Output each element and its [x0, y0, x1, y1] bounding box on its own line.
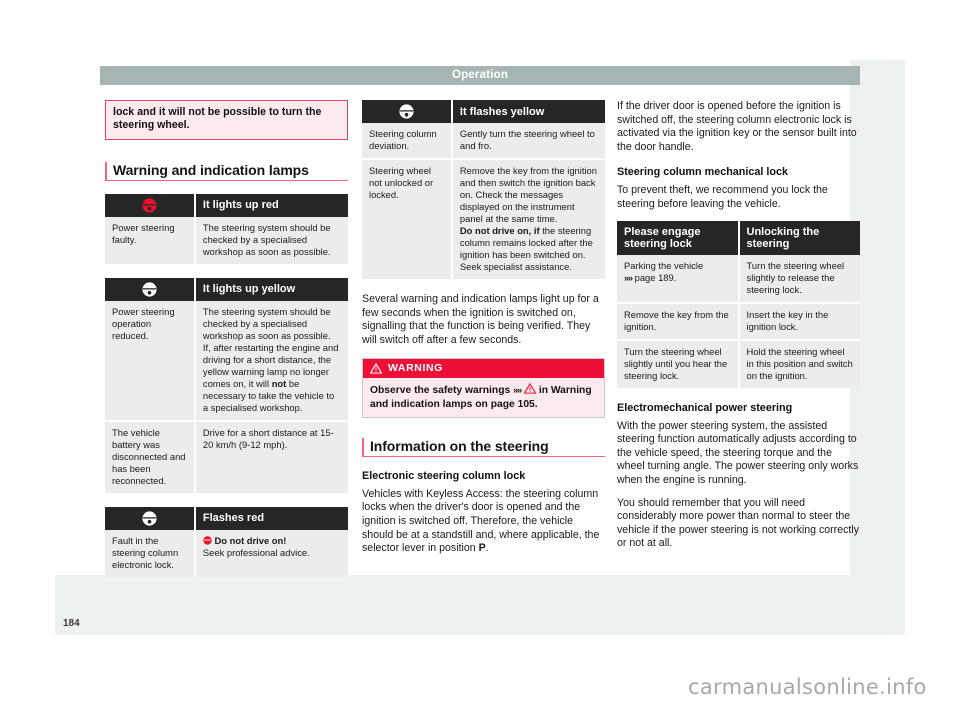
- steering-wheel-white-icon: [398, 103, 415, 120]
- section-heading-text: Information on the steering: [370, 437, 549, 454]
- column-right: If the driver door is opened before the …: [617, 100, 860, 560]
- paragraph-part2: .: [485, 542, 489, 555]
- subheading-power-steering: Electromechanical power steering: [617, 401, 793, 414]
- cell-action: Do not drive on! Seek professional advic…: [194, 529, 348, 577]
- red-circle-icon: [203, 536, 212, 545]
- table-row: The vehicle battery was disconnected and…: [105, 420, 348, 493]
- paragraph-prevent-theft: To prevent theft, we recommend you lock …: [617, 184, 828, 210]
- subheading-electronic-lock: Electronic steering column lock: [362, 469, 526, 482]
- table-row: Power steering operation reduced. The st…: [105, 300, 348, 422]
- cross-reference-arrows: »»: [624, 272, 633, 283]
- table-header-unlock: Unlocking the steering: [738, 220, 860, 255]
- cell-action: Drive for a short distance at 15-20 km/h…: [194, 420, 348, 493]
- table-flashes-yellow: It flashes yellow Steering column deviat…: [362, 100, 605, 279]
- steering-wheel-red-icon-cell: [105, 193, 196, 217]
- table-header-label: Flashes red: [194, 506, 348, 530]
- table-row: Remove the key from the ignition. Insert…: [617, 302, 860, 341]
- cell-unlock-step: Insert the key in the ignition lock.: [738, 302, 860, 341]
- section-heading-info-steering: Information on the steering: [362, 437, 605, 457]
- cell-action: Remove the key from the ignition and the…: [451, 159, 605, 279]
- site-watermark: carmanualsonline.info: [688, 675, 927, 699]
- column-left: lock and it will not be possible to turn…: [105, 100, 348, 591]
- subheading-mechanical-lock: Steering column mechanical lock: [617, 166, 789, 179]
- section-heading-warning-lamps: Warning and indication lamps: [105, 161, 348, 181]
- cell-cause: Power steering faulty.: [105, 216, 196, 264]
- table-flashes-red: Flashes red Fault in the steering column…: [105, 506, 348, 577]
- table-header-label: It lights up red: [194, 193, 348, 217]
- paragraph-keyless-access: Vehicles with Keyless Access: the steeri…: [362, 488, 605, 556]
- page-number: 184: [63, 618, 80, 629]
- warning-triangle-icon: [369, 362, 383, 374]
- manual-page: Operation 184 carmanualsonline.info lock…: [0, 0, 960, 708]
- cell-action-part1: Remove the key from the ignition and the…: [459, 165, 597, 224]
- warning-box: WARNING Observe the safety warnings »» i…: [362, 358, 605, 418]
- paragraph-power-steering: With the power steering system, the assi…: [617, 419, 859, 486]
- table-row: Turn the steering wheel slightly until y…: [617, 339, 860, 388]
- cell-unlock-step: Turn the steering wheel slightly to rele…: [738, 254, 860, 304]
- continuation-note-box: lock and it will not be possible to turn…: [105, 100, 348, 140]
- paragraph-lamps-intro: Several warning and indication lamps lig…: [362, 293, 599, 346]
- table-row: Parking the vehicle»» page 189. Turn the…: [617, 254, 860, 304]
- table-steering-lock: Please engage steering lock Unlocking th…: [617, 220, 860, 388]
- column-middle: It flashes yellow Steering column deviat…: [362, 100, 605, 565]
- table-header-row: It flashes yellow: [362, 100, 605, 123]
- paragraph-driver-door: If the driver door is opened before the …: [617, 100, 857, 153]
- table-header-row: It lights up red: [105, 193, 348, 217]
- table-header-row: Flashes red: [105, 506, 348, 530]
- cell-engage-step: Remove the key from the ignition.: [617, 302, 740, 341]
- table-header-engage-lock: Please engage steering lock: [617, 220, 740, 255]
- steering-wheel-white-icon-cell: [105, 277, 196, 301]
- table-header-label: It flashes yellow: [451, 100, 605, 123]
- section-heading-text: Warning and indication lamps: [113, 161, 309, 178]
- table-row: Fault in the steering column electronic …: [105, 529, 348, 577]
- cell-action-rest: Seek professional advice.: [202, 546, 310, 558]
- table-row: Power steering faulty. The steering syst…: [105, 216, 348, 264]
- page-header-bar: Operation: [100, 66, 860, 85]
- warning-box-body: Observe the safety warnings »» in Warnin…: [363, 378, 604, 417]
- steering-wheel-red-icon: [141, 197, 158, 214]
- table-row: Steering column deviation. Gently turn t…: [362, 123, 605, 160]
- cell-cause: Power steering operation reduced.: [105, 300, 196, 422]
- warning-triangle-outline-icon: [523, 383, 537, 395]
- warning-text-part1: Observe the safety warnings: [370, 385, 514, 397]
- steering-wheel-white-icon-cell: [362, 100, 453, 123]
- cell-cause: Steering column deviation.: [362, 123, 453, 160]
- cell-cause: Steering wheel not unlocked or locked.: [362, 159, 453, 279]
- cell-action-bold: not: [271, 377, 287, 389]
- steering-wheel-white-icon: [141, 510, 158, 527]
- cell-action-part2a: If, after restarting the engine and driv…: [202, 341, 339, 389]
- cell-cause: Fault in the steering column electronic …: [105, 529, 196, 577]
- table-header-row: It lights up yellow: [105, 277, 348, 301]
- cross-reference-arrows: »»: [513, 385, 522, 396]
- cell-engage-step: Parking the vehicle»» page 189.: [617, 254, 740, 304]
- steering-wheel-white-icon-cell: [105, 506, 196, 530]
- warning-box-header: WARNING: [363, 359, 604, 379]
- cell-action-part1: The steering system should be checked by…: [202, 305, 331, 341]
- table-row: Steering wheel not unlocked or locked. R…: [362, 159, 605, 279]
- cell-action: The steering system should be checked by…: [194, 300, 348, 422]
- warning-box-title: WARNING: [388, 362, 443, 375]
- table-lights-up-yellow: It lights up yellow Power steering opera…: [105, 277, 348, 493]
- table-header-label: It lights up yellow: [194, 277, 348, 301]
- cell-action: The steering system should be checked by…: [194, 216, 348, 264]
- cell-action-bold: Do not drive on, if: [459, 225, 540, 236]
- cell-unlock-step: Hold the steering wheel in this position…: [738, 339, 860, 388]
- steering-wheel-white-icon: [141, 281, 158, 298]
- paragraph-more-power: You should remember that you will need c…: [617, 496, 859, 550]
- cell-engage-step: Turn the steering wheel slightly until y…: [617, 339, 740, 388]
- continuation-note-text: lock and it will not be possible to turn…: [113, 106, 322, 132]
- cell-text-part1: Parking the vehicle: [624, 259, 704, 271]
- cell-text-part2: page 189.: [632, 271, 677, 283]
- cell-action-bold: Do not drive on!: [214, 534, 287, 546]
- table-header-row: Please engage steering lock Unlocking th…: [617, 220, 860, 255]
- paragraph-bold-P: P: [478, 542, 486, 555]
- cell-cause: The vehicle battery was disconnected and…: [105, 420, 196, 493]
- cell-action: Gently turn the steering wheel to and fr…: [451, 123, 605, 160]
- table-lights-up-red: It lights up red Power steering faulty. …: [105, 193, 348, 264]
